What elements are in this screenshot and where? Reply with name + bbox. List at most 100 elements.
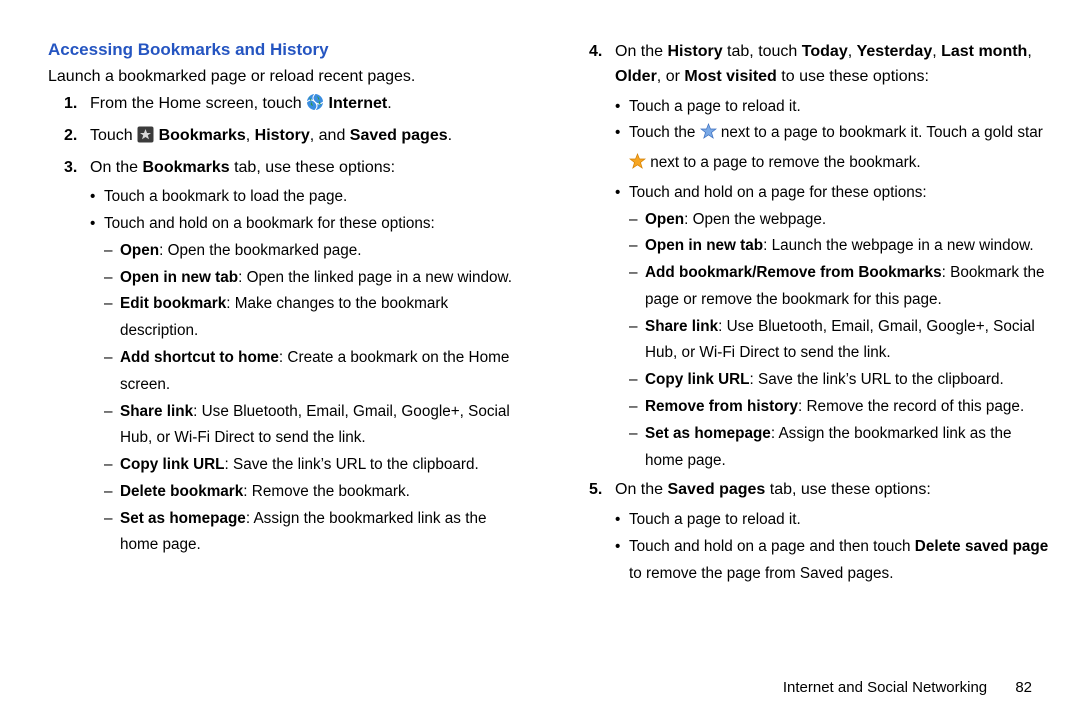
s4-s4: , or — [657, 68, 685, 85]
globe-icon — [306, 93, 324, 120]
step2-b2: History — [255, 127, 310, 144]
s4d6: Remove from history: Remove the record o… — [629, 394, 1050, 421]
step3-lead-b: Bookmarks — [142, 159, 229, 176]
s5b2c: to remove the page from Saved pages. — [629, 565, 893, 582]
s4b2a: Touch the — [629, 124, 700, 141]
step4-bullet-3-text: Touch and hold on a page for these optio… — [629, 184, 927, 201]
s4-s3: , — [1027, 43, 1031, 60]
d7t: : Remove the bookmark. — [243, 483, 410, 500]
step2-sep2: , and — [310, 127, 350, 144]
step2-period: . — [448, 127, 452, 144]
step3-lead-pre: On the — [90, 159, 142, 176]
page-number: 82 — [1015, 679, 1032, 696]
page-content: Accessing Bookmarks and History Launch a… — [0, 0, 1080, 651]
step3-bullet-2-text: Touch and hold on a bookmark for these o… — [104, 215, 435, 232]
s5-pre: On the — [615, 481, 667, 498]
s4-b2: Today — [802, 43, 848, 60]
d1t: : Open the bookmarked page. — [159, 242, 361, 259]
intro-text: Launch a bookmarked page or reload recen… — [48, 68, 525, 86]
s4-s1: , — [848, 43, 857, 60]
step-3: On the Bookmarks tab, use these options:… — [48, 156, 525, 560]
step3-dashes: Open: Open the bookmarked page. Open in … — [104, 238, 525, 559]
step2-sep1: , — [246, 127, 255, 144]
left-column: Accessing Bookmarks and History Launch a… — [48, 40, 525, 591]
s4-post: to use these options: — [777, 68, 929, 85]
star-gold-icon — [629, 153, 646, 180]
step3-dash-8: Set as homepage: Assign the bookmarked l… — [104, 506, 525, 560]
s4d4: Share link: Use Bluetooth, Email, Gmail,… — [629, 314, 1050, 368]
d5b: Share link — [120, 403, 193, 420]
s4-b1: History — [667, 43, 722, 60]
step1-period: . — [387, 95, 391, 112]
s4d2t: : Launch the webpage in a new window. — [763, 237, 1033, 254]
s4d6t: : Remove the record of this page. — [798, 398, 1024, 415]
step2-pre: Touch — [90, 127, 137, 144]
s4d1: Open: Open the webpage. — [629, 207, 1050, 234]
step3-bullets: Touch a bookmark to load the page. Touch… — [90, 184, 525, 559]
s4d7: Set as homepage: Assign the bookmarked l… — [629, 421, 1050, 475]
s5-post: tab, use these options: — [765, 481, 930, 498]
step5-bullets: Touch a page to reload it. Touch and hol… — [615, 507, 1050, 587]
s4-b5: Older — [615, 68, 657, 85]
step-1: From the Home screen, touch Internet. — [48, 92, 525, 120]
footer-section: Internet and Social Networking — [783, 679, 987, 696]
s4b2b: next to a page to bookmark it. Touch a g… — [721, 124, 1043, 141]
s4-b4: Last month — [941, 43, 1027, 60]
step4-dashes: Open: Open the webpage. Open in new tab:… — [629, 207, 1050, 475]
step3-dash-5: Share link: Use Bluetooth, Email, Gmail,… — [104, 399, 525, 453]
s4d5: Copy link URL: Save the link’s URL to th… — [629, 367, 1050, 394]
s4-b6: Most visited — [684, 68, 776, 85]
s4-m1: tab, touch — [723, 43, 802, 60]
section-heading: Accessing Bookmarks and History — [48, 40, 525, 60]
s5b2a: Touch and hold on a page and then touch — [629, 538, 915, 555]
s4d2: Open in new tab: Launch the webpage in a… — [629, 233, 1050, 260]
steps-list-right: On the History tab, touch Today, Yesterd… — [573, 40, 1050, 587]
s4d3: Add bookmark/Remove from Bookmarks: Book… — [629, 260, 1050, 314]
step2-b1: Bookmarks — [159, 127, 246, 144]
d8b: Set as homepage — [120, 510, 246, 527]
steps-list-left: From the Home screen, touch Internet. To… — [48, 92, 525, 559]
s4d1b: Open — [645, 211, 684, 228]
step4-bullet-1: Touch a page to reload it. — [615, 94, 1050, 121]
s4b2c: next to a page to remove the bookmark. — [650, 154, 920, 171]
s4-pre: On the — [615, 43, 667, 60]
bookmark-star-icon — [137, 126, 154, 152]
step4-bullets: Touch a page to reload it. Touch the nex… — [615, 94, 1050, 475]
star-outline-icon — [700, 123, 717, 150]
step-2: Touch Bookmarks, History, and Saved page… — [48, 124, 525, 152]
step5-bullet-2: Touch and hold on a page and then touch … — [615, 534, 1050, 588]
s4-s2: , — [932, 43, 941, 60]
step3-dash-1: Open: Open the bookmarked page. — [104, 238, 525, 265]
s4d4b: Share link — [645, 318, 718, 335]
s4d5t: : Save the link’s URL to the clipboard. — [750, 371, 1004, 388]
step1-pre: From the Home screen, touch — [90, 95, 306, 112]
s5b2b: Delete saved page — [915, 538, 1049, 555]
s4d7b: Set as homepage — [645, 425, 771, 442]
d6t: : Save the link’s URL to the clipboard. — [225, 456, 479, 473]
step2-b3: Saved pages — [350, 127, 448, 144]
step3-dash-2: Open in new tab: Open the linked page in… — [104, 265, 525, 292]
s5-b: Saved pages — [667, 481, 765, 498]
s4d2b: Open in new tab — [645, 237, 763, 254]
d2t: : Open the linked page in a new window. — [238, 269, 512, 286]
step3-lead-post: tab, use these options: — [230, 159, 395, 176]
step5-bullet-1: Touch a page to reload it. — [615, 507, 1050, 534]
step3-bullet-1: Touch a bookmark to load the page. — [90, 184, 525, 211]
d3b: Edit bookmark — [120, 295, 226, 312]
step3-dash-3: Edit bookmark: Make changes to the bookm… — [104, 291, 525, 345]
step3-dash-4: Add shortcut to home: Create a bookmark … — [104, 345, 525, 399]
right-column: On the History tab, touch Today, Yesterd… — [573, 40, 1050, 591]
step3-bullet-2: Touch and hold on a bookmark for these o… — [90, 211, 525, 559]
s4d3b: Add bookmark/Remove from Bookmarks — [645, 264, 942, 281]
s4d6b: Remove from history — [645, 398, 798, 415]
s4-b3: Yesterday — [857, 43, 933, 60]
step-4: On the History tab, touch Today, Yesterd… — [573, 40, 1050, 474]
step3-dash-7: Delete bookmark: Remove the bookmark. — [104, 479, 525, 506]
page-footer: Internet and Social Networking 82 — [783, 679, 1032, 696]
step1-bold: Internet — [329, 95, 388, 112]
d1b: Open — [120, 242, 159, 259]
step4-bullet-3: Touch and hold on a page for these optio… — [615, 180, 1050, 474]
d2b: Open in new tab — [120, 269, 238, 286]
step4-bullet-2: Touch the next to a page to bookmark it.… — [615, 120, 1050, 180]
s4d1t: : Open the webpage. — [684, 211, 826, 228]
